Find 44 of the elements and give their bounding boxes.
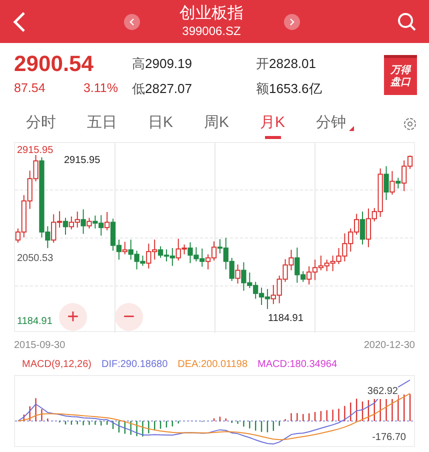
- stat-value: 开2828.01: [256, 55, 317, 73]
- next-icon[interactable]: [284, 14, 300, 30]
- macd-bottom-value: -176.70: [372, 431, 406, 445]
- candlestick: [86, 217, 92, 229]
- start-date: 2015-09-30: [14, 339, 66, 353]
- period-tab[interactable]: 周K: [204, 108, 230, 138]
- candlestick: [62, 217, 68, 236]
- candlestick: [80, 208, 86, 234]
- period-tab[interactable]: 日K: [148, 108, 174, 138]
- period-tab[interactable]: 月K: [260, 108, 286, 138]
- current-price: 2900.54: [14, 51, 95, 77]
- index-title: 创业板指: [180, 4, 244, 24]
- candlestick: [122, 241, 128, 255]
- candlestick: [235, 264, 240, 284]
- macd-legend-label: DEA:200.01198: [178, 358, 248, 372]
- settings-icon[interactable]: [403, 116, 417, 130]
- back-icon[interactable]: [12, 10, 26, 32]
- end-date: 2020-12-30: [364, 339, 415, 353]
- candlestick: [384, 166, 389, 201]
- index-code: 399006.SZ: [182, 24, 241, 39]
- candlestick: [360, 211, 366, 245]
- period-tab[interactable]: 分钟: [316, 108, 346, 138]
- zoom-out-button[interactable]: −: [115, 303, 143, 331]
- stat-value: 额1653.6亿: [256, 80, 323, 98]
- candlestick: [390, 170, 395, 196]
- zoom-in-button[interactable]: +: [59, 303, 87, 331]
- candlestick: [396, 177, 401, 189]
- macd-top-value: 362.92: [367, 384, 398, 399]
- candlestick: [104, 212, 110, 231]
- previous-icon[interactable]: [124, 14, 140, 30]
- period-tab[interactable]: 分时: [26, 108, 56, 138]
- period-tab[interactable]: 五日: [87, 108, 117, 138]
- macd-legend-label: DIF:290.18680: [101, 358, 168, 372]
- axis-high-label: 2915.95: [17, 144, 54, 158]
- macd-legend-label: MACD(9,12,26): [22, 358, 92, 372]
- order-book-badge[interactable]: 万得 盘口: [384, 55, 417, 95]
- macd-legend-label: MACD:180.34964: [258, 358, 338, 372]
- price-change: 87.54: [14, 80, 46, 97]
- axis-low-label: 1184.91: [17, 315, 52, 329]
- axis-mid-label: 2050.53: [17, 252, 54, 266]
- stat-value: 低2827.07: [132, 80, 193, 98]
- search-icon[interactable]: [397, 12, 417, 32]
- percent-change: 3.11%: [83, 80, 118, 97]
- stat-value: 高2909.19: [132, 55, 193, 73]
